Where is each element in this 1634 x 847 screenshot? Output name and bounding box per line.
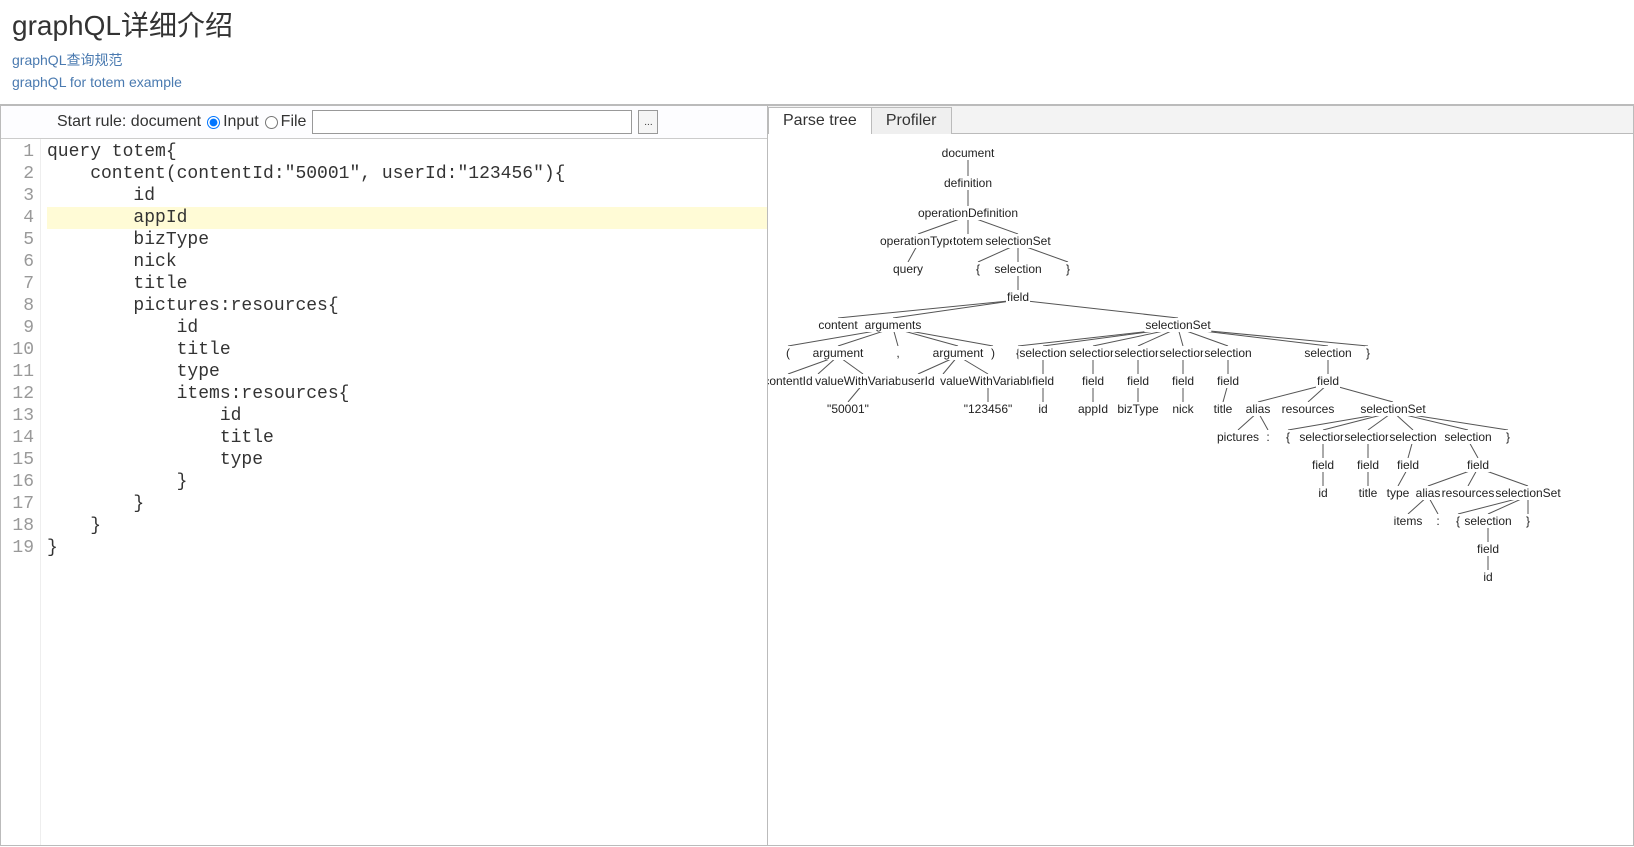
tree-node[interactable]: field bbox=[1311, 458, 1335, 472]
tree-node[interactable]: } bbox=[1525, 514, 1531, 528]
tree-node[interactable]: selection bbox=[1388, 430, 1437, 444]
tree-node[interactable]: { bbox=[1455, 514, 1461, 528]
tree-node[interactable]: field bbox=[1216, 374, 1240, 388]
start-rule-label: Start rule: document bbox=[57, 113, 201, 131]
tree-node[interactable]: selection bbox=[1113, 346, 1162, 360]
line-gutter: 12345678910111213141516171819 bbox=[1, 139, 41, 845]
tree-node[interactable]: : bbox=[1265, 430, 1270, 444]
tree-node[interactable]: selection bbox=[1463, 514, 1512, 528]
tree-node[interactable]: bizType bbox=[1116, 402, 1159, 416]
tree-node[interactable]: selectionSet bbox=[1359, 402, 1426, 416]
tree-node[interactable]: "123456" bbox=[963, 402, 1014, 416]
tree-panel: Parse tree Profiler document definition op… bbox=[768, 106, 1634, 846]
tree-node[interactable]: definition bbox=[943, 176, 993, 190]
tree-node[interactable]: selection bbox=[1343, 430, 1392, 444]
tree-node[interactable]: selection bbox=[1018, 346, 1067, 360]
tree-node[interactable]: valueWithVariable bbox=[939, 374, 1037, 388]
tree-node[interactable]: type bbox=[1386, 486, 1411, 500]
tree-node[interactable]: selectionSet bbox=[1144, 318, 1211, 332]
tree-node[interactable]: field bbox=[1466, 458, 1490, 472]
tree-node[interactable]: field bbox=[1126, 374, 1150, 388]
tree-node[interactable]: items bbox=[1393, 514, 1424, 528]
radio-file[interactable]: File bbox=[265, 113, 307, 131]
tree-node[interactable]: } bbox=[1505, 430, 1511, 444]
tree-node[interactable]: selection bbox=[1298, 430, 1347, 444]
tree-node[interactable]: selection bbox=[1203, 346, 1252, 360]
tree-node[interactable]: resources bbox=[1441, 486, 1496, 500]
tabs: Parse tree Profiler bbox=[768, 106, 1633, 134]
tree-node[interactable]: field bbox=[1316, 374, 1340, 388]
tree-node[interactable]: field bbox=[1031, 374, 1055, 388]
tree-node[interactable]: totem bbox=[952, 234, 984, 248]
tree-node[interactable]: id bbox=[1037, 402, 1048, 416]
tree-node[interactable]: field bbox=[1396, 458, 1420, 472]
tree-node[interactable]: contentId bbox=[768, 374, 814, 388]
tree-node[interactable]: selectionSet bbox=[984, 234, 1051, 248]
panel-wrap: Start rule: document Input File ... 1234… bbox=[0, 104, 1634, 846]
tree-node[interactable]: content bbox=[817, 318, 858, 332]
tree-node[interactable]: document bbox=[941, 146, 996, 160]
tree-node[interactable]: resources bbox=[1281, 402, 1336, 416]
tree-node[interactable]: field bbox=[1006, 290, 1030, 304]
tree-node[interactable]: selection bbox=[1068, 346, 1117, 360]
browse-button[interactable]: ... bbox=[638, 110, 658, 134]
editor-panel: Start rule: document Input File ... 1234… bbox=[0, 106, 768, 846]
tree-node[interactable]: field bbox=[1081, 374, 1105, 388]
tree-node[interactable]: userId bbox=[900, 374, 935, 388]
tree-node[interactable]: operationDefinition bbox=[917, 206, 1019, 220]
tree-node[interactable]: operationType bbox=[879, 234, 957, 248]
tree-node[interactable]: id bbox=[1482, 570, 1493, 584]
tree-node[interactable]: { bbox=[1285, 430, 1291, 444]
tree-node[interactable]: } bbox=[1365, 346, 1371, 360]
tree-node[interactable]: appId bbox=[1077, 402, 1109, 416]
tree-node[interactable]: id bbox=[1317, 486, 1328, 500]
editor-toolbar: Start rule: document Input File ... bbox=[1, 106, 767, 139]
tree-node[interactable]: argument bbox=[812, 346, 865, 360]
tree-node[interactable]: alias bbox=[1415, 486, 1442, 500]
tree-node[interactable]: field bbox=[1476, 542, 1500, 556]
tree-node[interactable]: title bbox=[1213, 402, 1234, 416]
code-area[interactable]: query totem{ content(contentId:"50001", … bbox=[41, 139, 767, 845]
link-spec[interactable]: graphQL查询规范 bbox=[12, 50, 1622, 70]
page-header: graphQL详细介绍 graphQL查询规范 graphQL for tote… bbox=[0, 0, 1634, 100]
tree-node[interactable]: selection bbox=[1303, 346, 1352, 360]
tree-node[interactable]: valueWithVariable bbox=[814, 374, 912, 388]
tree-node[interactable]: argument bbox=[932, 346, 985, 360]
tree-node[interactable]: : bbox=[1435, 514, 1440, 528]
tree-node[interactable]: } bbox=[1065, 262, 1071, 276]
tree-node[interactable]: pictures bbox=[1216, 430, 1260, 444]
tree-node[interactable]: { bbox=[975, 262, 981, 276]
tab-profiler[interactable]: Profiler bbox=[871, 107, 952, 134]
tree-node[interactable]: ( bbox=[785, 346, 791, 360]
tree-node[interactable]: alias bbox=[1245, 402, 1272, 416]
tree-node[interactable]: query bbox=[892, 262, 924, 276]
tree-node[interactable]: nick bbox=[1171, 402, 1194, 416]
link-example[interactable]: graphQL for totem example bbox=[12, 74, 1622, 90]
tab-parse-tree[interactable]: Parse tree bbox=[768, 107, 872, 134]
tree-node[interactable]: field bbox=[1356, 458, 1380, 472]
file-path-input[interactable] bbox=[312, 110, 632, 134]
tree-node[interactable]: , bbox=[895, 346, 900, 360]
tree-node[interactable]: ) bbox=[990, 346, 996, 360]
tree-node[interactable]: selection bbox=[993, 262, 1042, 276]
tree-node[interactable]: field bbox=[1171, 374, 1195, 388]
tree-node[interactable]: title bbox=[1358, 486, 1379, 500]
page-title: graphQL详细介绍 bbox=[12, 4, 1622, 44]
tree-node[interactable]: selection bbox=[1158, 346, 1207, 360]
parse-tree-area[interactable]: document definition operationDefinition ope… bbox=[768, 134, 1633, 845]
tree-node[interactable]: selectionSet bbox=[1494, 486, 1561, 500]
tree-node[interactable]: "50001" bbox=[826, 402, 870, 416]
radio-input[interactable]: Input bbox=[207, 113, 259, 131]
code-editor[interactable]: 12345678910111213141516171819 query tote… bbox=[1, 139, 767, 845]
tree-node[interactable]: arguments bbox=[864, 318, 923, 332]
tree-node[interactable]: selection bbox=[1443, 430, 1492, 444]
